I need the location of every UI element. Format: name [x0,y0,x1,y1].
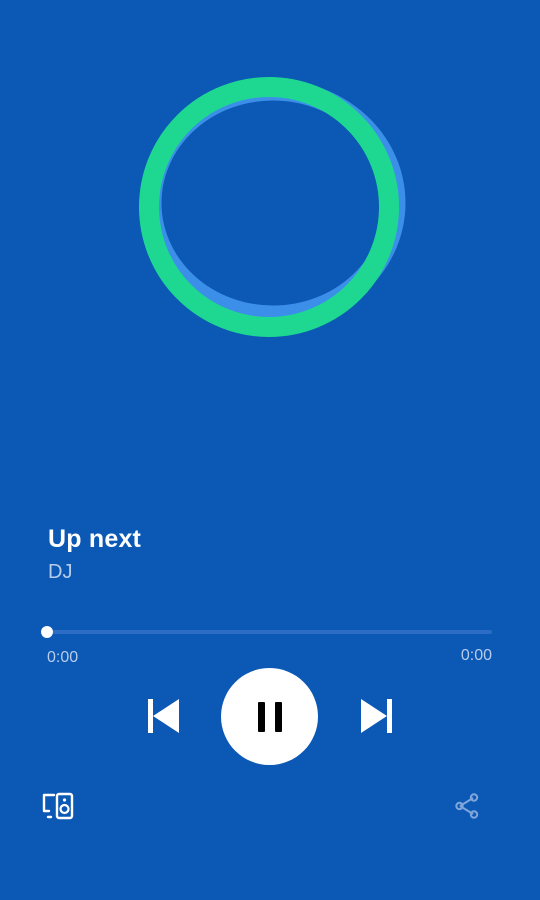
track-title: Up next [48,525,142,553]
total-time: 0:00 [460,647,492,664]
progress-track[interactable] [47,630,492,634]
connect-device-icon [42,792,74,820]
progress-handle[interactable] [41,626,53,638]
track-info: Up next DJ [48,522,492,586]
share-button[interactable] [450,788,484,824]
connect-device-button[interactable] [38,788,78,824]
previous-button[interactable] [140,694,184,738]
track-artist[interactable]: DJ [48,558,492,586]
playback-controls [0,666,540,766]
skip-previous-icon [148,699,179,733]
pause-button[interactable] [221,668,318,765]
skip-next-icon [361,699,392,733]
now-playing-screen: Up next DJ 0:00 0:00 [0,0,540,900]
next-button[interactable] [356,694,400,738]
pause-icon [257,701,282,732]
dj-ring-icon [139,77,406,337]
share-icon [455,793,479,819]
progress-bar[interactable] [40,620,495,642]
dj-ring-main [139,77,399,337]
